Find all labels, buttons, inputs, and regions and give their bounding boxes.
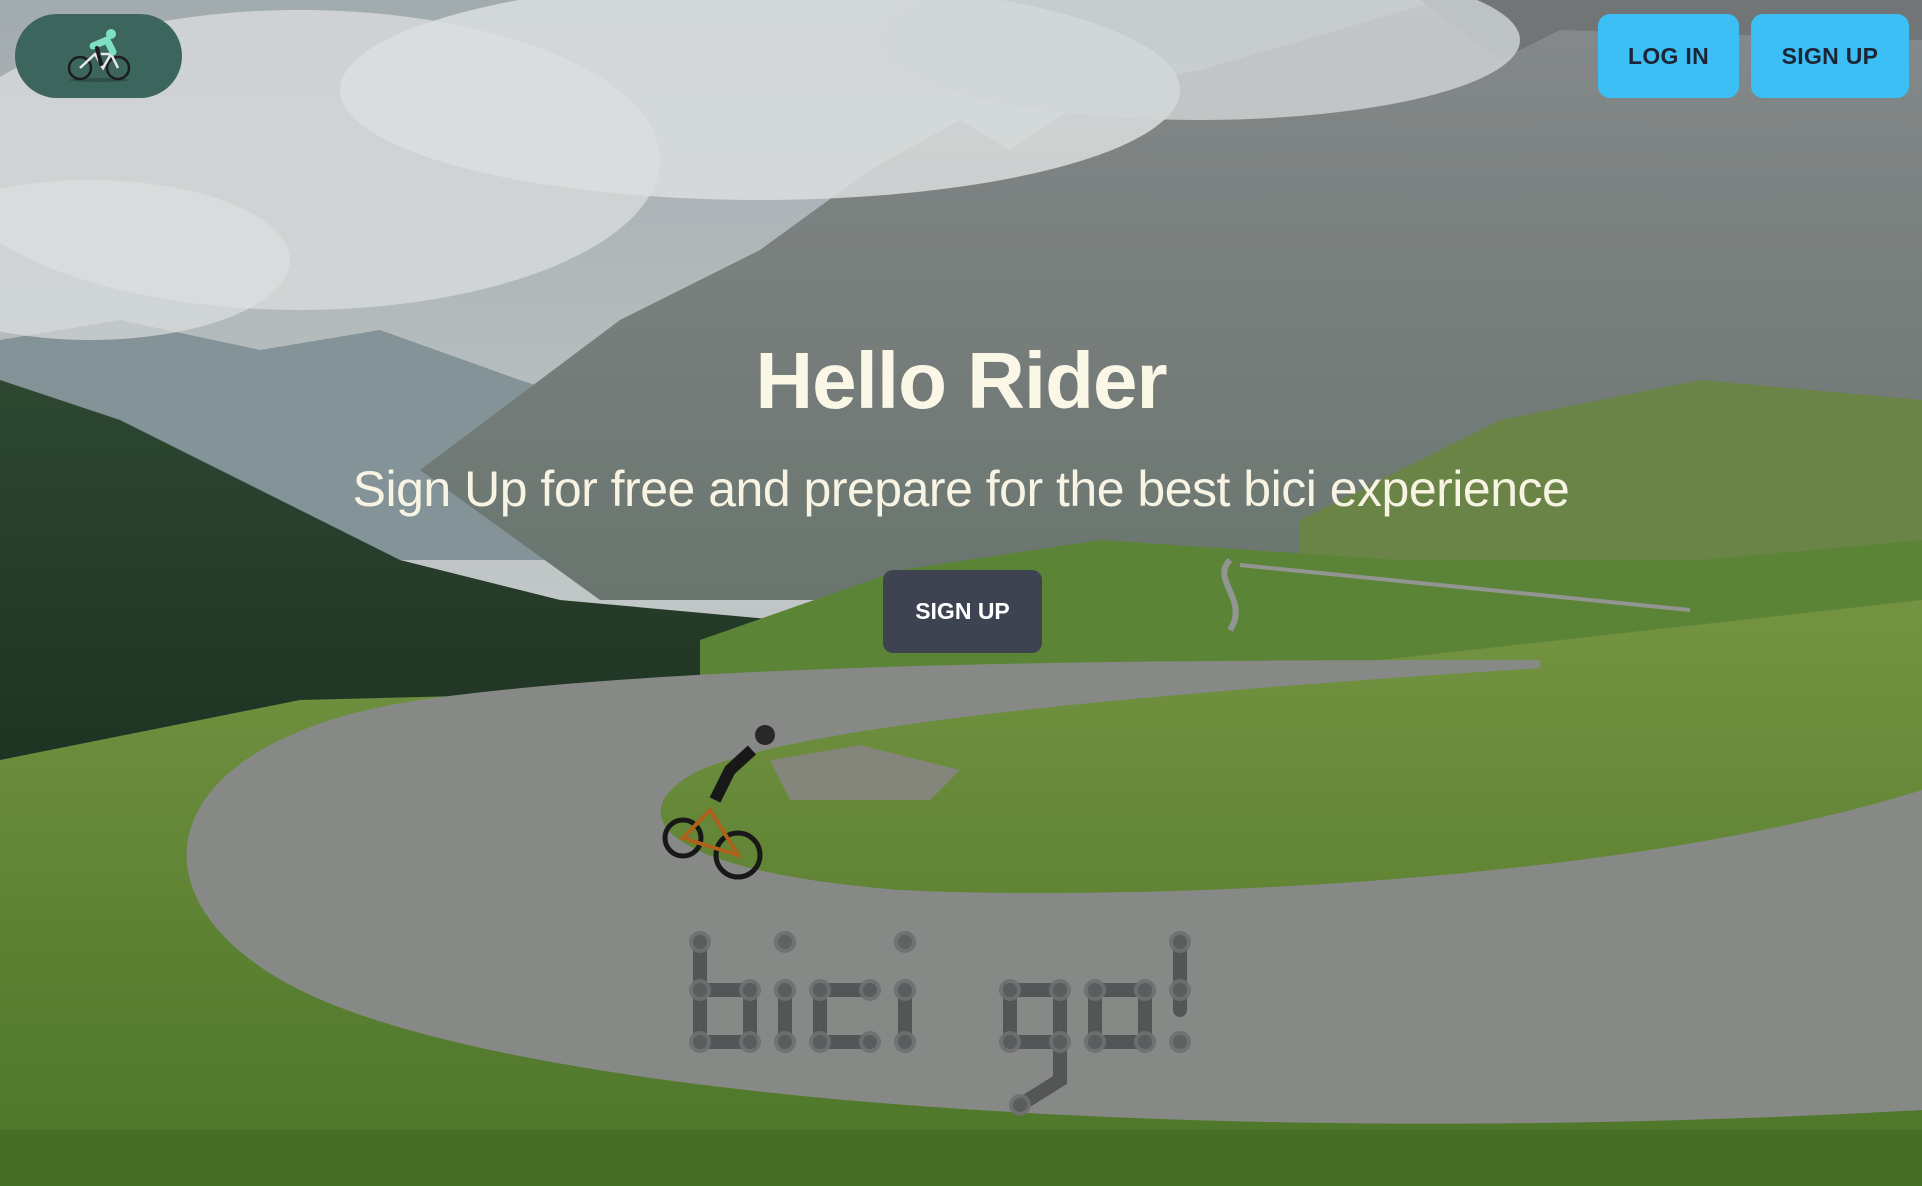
cyclist-icon xyxy=(67,29,130,82)
bici-go-chain-wordmark-logo xyxy=(689,931,1191,1116)
signup-nav-button[interactable]: SIGN UP xyxy=(1751,14,1909,98)
hero-headline: Hello Rider xyxy=(755,336,1167,425)
hero-section: LOG IN SIGN UP Hello Rider Sign Up for f… xyxy=(0,0,1922,1186)
hero-signup-button[interactable]: SIGN UP xyxy=(883,570,1042,653)
login-button[interactable]: LOG IN xyxy=(1598,14,1739,98)
hero-subheadline: Sign Up for free and prepare for the bes… xyxy=(352,461,1570,517)
home-logo-link[interactable] xyxy=(15,14,182,98)
